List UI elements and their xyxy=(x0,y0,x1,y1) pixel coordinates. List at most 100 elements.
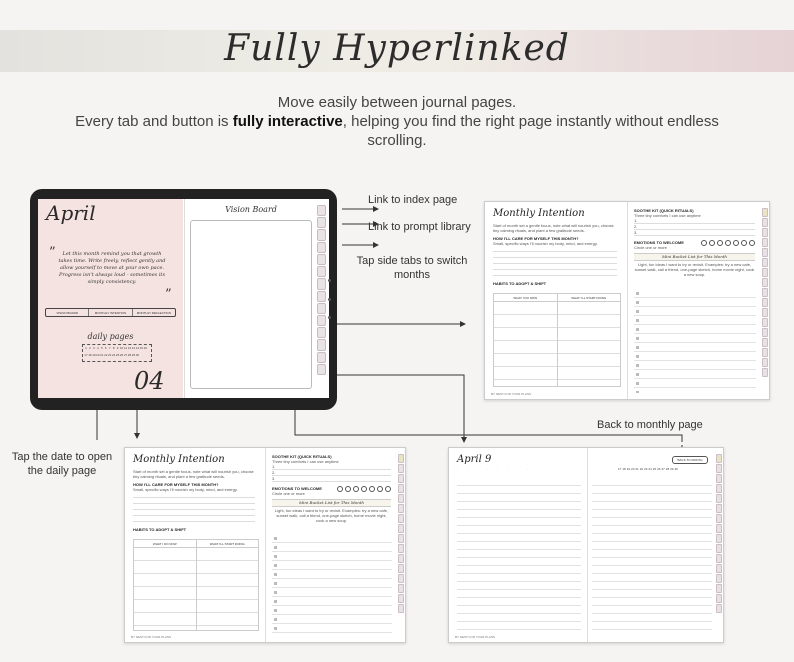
day-link[interactable]: 18 xyxy=(622,467,625,471)
tick-mark: · xyxy=(457,467,458,471)
day-link[interactable]: 30 xyxy=(135,353,139,360)
soothe-item: 3. xyxy=(272,476,391,482)
day-link[interactable]: 21 xyxy=(635,467,638,471)
planner-side-tabs xyxy=(762,208,768,377)
tick-mark: · xyxy=(517,467,518,471)
day-link[interactable]: 22 xyxy=(640,467,643,471)
side-tab[interactable] xyxy=(317,205,326,217)
tab-monthly-intention[interactable]: MONTHLY INTENTION xyxy=(89,309,133,316)
soothe-item: 3. xyxy=(634,230,755,236)
footer-brand: BY NEST FOR YOUR PLANS xyxy=(131,635,172,639)
close-quote-mark: ” xyxy=(165,287,172,302)
tab-vision-board[interactable]: VISION BOARD xyxy=(46,309,90,316)
col-start: WHAT I'LL START DOING xyxy=(209,542,245,546)
emotion-faces xyxy=(701,240,755,250)
planner-side-tabs xyxy=(398,454,404,613)
side-tab[interactable] xyxy=(317,302,326,314)
side-tab[interactable] xyxy=(317,217,326,229)
tick-mark: · xyxy=(507,467,508,471)
habits-heading: HABITS TO ADOPT & SHIFT xyxy=(133,527,187,532)
emotions-sub: Circle one or more xyxy=(272,491,305,496)
side-tab[interactable] xyxy=(317,290,326,302)
month-cover-page: April ” Let this month remind you that g… xyxy=(38,199,183,398)
vision-board-area xyxy=(190,220,312,389)
side-tab[interactable] xyxy=(317,314,326,327)
tick-mark: · xyxy=(487,467,488,471)
col-start: WHAT I'LL START DOING xyxy=(571,296,607,300)
intro-line-2: Every tab and button is fully interactiv… xyxy=(75,113,719,149)
month-number: 04 xyxy=(134,367,165,395)
month-title: April xyxy=(46,201,96,225)
month-quote: Let this month remind you that growth ta… xyxy=(58,251,166,285)
day-link[interactable]: 29 xyxy=(670,467,673,471)
tablet-camera xyxy=(327,279,332,319)
daily-spread: April 9 · · · · · · · · BY NEST FOR YOUR PLANS … xyxy=(448,447,724,643)
banner-title: Fully Hyperlinked xyxy=(224,28,570,69)
day-link[interactable]: 27 xyxy=(661,467,664,471)
label-tap-date: Tap the date to open the daily page xyxy=(11,451,113,477)
label-prompt: Link to prompt library xyxy=(368,221,471,233)
tab-monthly-reflection[interactable]: MONTHLY REFLECTION xyxy=(133,309,175,316)
bucket-sub: Light, fun ideas I want to try or revisi… xyxy=(274,508,389,523)
day-link[interactable]: 24 xyxy=(648,467,651,471)
tick-mark: · xyxy=(477,467,478,471)
col-now: WHAT I DO NOW xyxy=(494,294,558,301)
tick-mark: · xyxy=(497,467,498,471)
back-to-month-button[interactable]: BACK TO MONTH xyxy=(672,456,708,464)
month-section-tabs: VISION BOARD MONTHLY INTENTION MONTHLY R… xyxy=(45,308,176,317)
bucket-checklist xyxy=(272,534,392,636)
daily-lines-right xyxy=(592,478,712,634)
intention-title: Monthly Intention xyxy=(133,454,225,465)
footer-brand: BY NEST FOR YOUR PLANS xyxy=(455,635,496,639)
label-index: Link to index page xyxy=(368,194,458,206)
side-tab[interactable] xyxy=(317,351,326,363)
vision-board-title: Vision Board xyxy=(225,205,277,214)
intention-spread-bottom: Monthly Intention Start of month set a g… xyxy=(124,447,406,643)
intention-title: Monthly Intention xyxy=(493,208,585,219)
day-link[interactable]: 16 xyxy=(143,346,147,353)
side-tab[interactable] xyxy=(317,229,326,241)
tick-mark: · xyxy=(467,467,468,471)
day-link[interactable]: 25 xyxy=(653,467,656,471)
daily-pages-grid: 1 2 3 4 5 6 7 8 9 10 11 12 13 14 15 16 17 18 19 20 21 22 23 24 2… xyxy=(82,344,152,362)
day-link[interactable]: 30 xyxy=(674,467,677,471)
side-tab[interactable] xyxy=(317,363,326,376)
daily-day-links: 17 18 19 20 21 22 23 24 25 26 27 28 29 30 xyxy=(618,467,714,471)
hour-ticks: · · · · · · · · xyxy=(457,467,577,471)
label-back-monthly: Back to monthly page xyxy=(597,419,703,431)
side-tab[interactable] xyxy=(317,327,326,339)
side-tab[interactable] xyxy=(317,253,326,266)
bucket-title: Mini Bucket List for This Month xyxy=(634,253,755,261)
side-tab[interactable] xyxy=(317,241,326,253)
intro-text: Move easily between journal pages. Every… xyxy=(60,93,734,150)
tablet-device: April ” Let this month remind you that g… xyxy=(30,189,337,410)
intention-spread-top: Monthly Intention Start of month set a g… xyxy=(484,201,770,400)
intro-line-1: Move easily between journal pages. xyxy=(277,94,517,111)
habits-table: WHAT I DO NOW WHAT I'LL START DOING xyxy=(493,293,621,387)
month-side-tabs xyxy=(317,205,326,376)
day-link[interactable]: 20 xyxy=(631,467,634,471)
label-side-tabs: Tap side tabs to switch months xyxy=(356,255,468,281)
daily-pages-title: daily pages xyxy=(87,332,134,341)
side-tab[interactable] xyxy=(317,339,326,351)
tick-mark: · xyxy=(527,467,528,471)
habits-heading: HABITS TO ADOPT & SHIFT xyxy=(493,281,547,286)
tablet-screen: April ” Let this month remind you that g… xyxy=(38,199,329,398)
bucket-title: Mini Bucket List for This Month xyxy=(272,499,391,507)
day-link[interactable]: 23 xyxy=(644,467,647,471)
day-link[interactable]: 26 xyxy=(657,467,660,471)
day-link[interactable]: 19 xyxy=(627,467,630,471)
daily-lines-left xyxy=(457,478,581,634)
side-tab[interactable] xyxy=(317,266,326,278)
side-tab[interactable] xyxy=(317,278,326,290)
day-link[interactable]: 28 xyxy=(666,467,669,471)
col-now: WHAT I DO NOW xyxy=(134,540,197,547)
care-sub: Small, specific ways I'll nourish my bod… xyxy=(133,487,238,492)
open-quote-mark: ” xyxy=(49,245,56,260)
day-link[interactable]: 17 xyxy=(618,467,621,471)
bucket-checklist xyxy=(634,289,756,393)
footer-brand: BY NEST FOR YOUR PLANS xyxy=(491,392,532,396)
daily-title: April 9 xyxy=(457,454,492,465)
habits-table: WHAT I DO NOW WHAT I'LL START DOING xyxy=(133,539,259,631)
bucket-sub: Light, fun ideas I want to try or revisi… xyxy=(634,262,755,277)
